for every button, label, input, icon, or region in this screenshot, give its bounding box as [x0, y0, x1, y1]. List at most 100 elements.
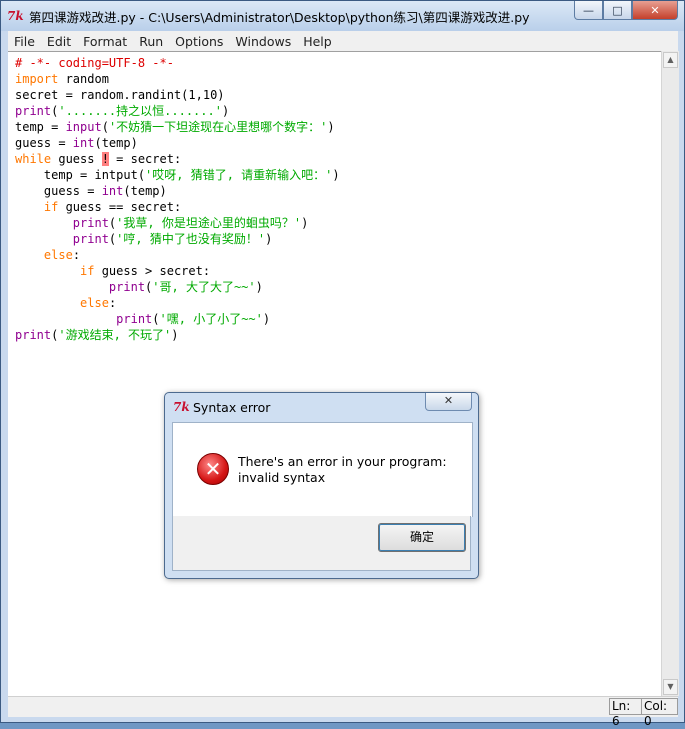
code-token: ) — [265, 232, 273, 246]
code-token: print — [15, 104, 52, 118]
code-line[interactable]: if guess > secret: — [15, 263, 340, 279]
ok-button[interactable]: 确定 — [378, 523, 466, 552]
menu-file[interactable]: File — [8, 34, 41, 49]
title-bar[interactable]: 7k 第四课游戏改进.py - C:\Users\Administrator\D… — [1, 1, 684, 31]
code-token: print — [72, 232, 109, 246]
code-token: guess > secret: — [94, 264, 211, 278]
dialog-title: Syntax error — [193, 400, 271, 415]
code-line[interactable]: print('.......持之以恒.......') — [15, 103, 340, 119]
menu-edit[interactable]: Edit — [41, 34, 77, 49]
code-token: ) — [301, 216, 309, 230]
close-button[interactable]: ✕ — [632, 1, 678, 20]
code-token: (temp) — [123, 184, 167, 198]
code-token: '不妨猜一下坦途现在心里想哪个数字：' — [108, 120, 328, 134]
code-editor[interactable]: # -*- coding=UTF-8 -*- import random secre… — [8, 51, 661, 697]
code-token: random — [58, 72, 109, 86]
message-line-1: There's an error in your program: — [238, 454, 447, 469]
code-token: ( — [152, 312, 160, 326]
code-token: guess = — [15, 136, 73, 150]
code-line[interactable]: secret = random.randint(1,10) — [15, 87, 340, 103]
code-token: ) — [171, 328, 179, 342]
code-line[interactable]: while guess ! = secret: — [15, 151, 340, 167]
menu-bar: File Edit Format Run Options Windows Hel… — [8, 31, 678, 51]
code-line[interactable]: temp = intput('哎呀, 猜错了, 请重新输入吧：') — [15, 167, 340, 183]
code-token: '我草, 你是坦途心里的蛔虫吗？' — [116, 216, 302, 230]
code-token: int — [101, 184, 124, 198]
code-line[interactable]: else: — [15, 295, 340, 311]
vertical-scrollbar[interactable]: ▲ ▼ — [661, 51, 679, 696]
code-line[interactable]: import random — [15, 71, 340, 87]
menu-run[interactable]: Run — [133, 34, 169, 49]
code-line[interactable]: guess = int(temp) — [15, 183, 340, 199]
message-line-2: invalid syntax — [238, 470, 326, 485]
code-token: print — [15, 328, 52, 342]
code-token: while — [15, 152, 52, 166]
window-title: 第四课游戏改进.py - C:\Users\Administrator\Desk… — [29, 10, 530, 25]
code-token: '哥, 大了大了~~' — [152, 280, 256, 294]
code-token: '哼, 猜中了也没有奖励！' — [116, 232, 266, 246]
code-line[interactable]: print('我草, 你是坦途心里的蛔虫吗？') — [15, 215, 340, 231]
code-token: int — [72, 136, 95, 150]
code-line[interactable]: guess = int(temp) — [15, 135, 340, 151]
code-line[interactable]: else: — [15, 247, 340, 263]
code-token: ) — [255, 280, 263, 294]
scroll-up-icon[interactable]: ▲ — [663, 52, 678, 68]
code-line[interactable]: print('哥, 大了大了~~') — [15, 279, 340, 295]
code-token: if — [80, 264, 95, 278]
code-token: print — [116, 312, 153, 326]
code-token: ) — [262, 312, 271, 326]
dialog-footer: 确定 — [172, 516, 471, 571]
code-token: : — [72, 248, 81, 262]
code-token: secret = random.randint(1,10) — [15, 88, 225, 102]
code-token: else — [80, 296, 109, 310]
code-token: ( — [101, 120, 109, 134]
minimize-button[interactable]: — — [574, 1, 603, 20]
code-line[interactable]: print('哼, 猜中了也没有奖励！') — [15, 231, 340, 247]
code-token: if — [43, 200, 59, 214]
dialog-message: There's an error in your program: invali… — [238, 454, 447, 486]
dialog-body: ✕ There's an error in your program: inva… — [172, 422, 473, 517]
code-token: input — [65, 120, 102, 134]
code-line[interactable]: # -*- coding=UTF-8 -*- — [15, 55, 340, 71]
code-text[interactable]: # -*- coding=UTF-8 -*- import random secre… — [15, 55, 340, 343]
code-token: temp = — [15, 120, 66, 134]
code-token: temp = intput( — [15, 168, 146, 182]
maximize-button[interactable]: □ — [603, 1, 632, 20]
tk-feather-icon: 7k — [173, 400, 190, 414]
menu-format[interactable]: Format — [77, 34, 133, 49]
menu-windows[interactable]: Windows — [229, 34, 297, 49]
menu-options[interactable]: Options — [169, 34, 229, 49]
status-col: Col: 0 — [641, 698, 678, 728]
syntax-error-dialog: 7k Syntax error ✕ ✕ There's an error in … — [164, 392, 479, 579]
code-token: '哎呀, 猜错了, 请重新输入吧：' — [145, 168, 333, 182]
code-token: (temp) — [94, 136, 138, 150]
code-token: guess == secret: — [58, 200, 182, 214]
code-line[interactable]: print('游戏结束, 不玩了') — [15, 327, 340, 343]
menu-help[interactable]: Help — [297, 34, 338, 49]
code-token: : — [108, 296, 117, 310]
scroll-down-icon[interactable]: ▼ — [663, 679, 678, 695]
code-token: ) — [327, 120, 335, 134]
code-token: guess = — [15, 184, 102, 198]
code-token: = secret: — [108, 152, 182, 166]
code-line[interactable]: temp = input('不妨猜一下坦途现在心里想哪个数字：') — [15, 119, 340, 135]
syntax-error-marker: ! — [101, 152, 109, 166]
code-line[interactable]: print('嘿, 小了小了~~') — [15, 311, 340, 327]
code-token: '嘿, 小了小了~~' — [159, 312, 263, 326]
error-icon: ✕ — [197, 453, 229, 485]
code-token: print — [108, 280, 146, 294]
dialog-close-button[interactable]: ✕ — [425, 393, 472, 411]
code-line[interactable]: if guess == secret: — [15, 199, 340, 215]
code-token: print — [72, 216, 109, 230]
idle-editor-window: 7k 第四课游戏改进.py - C:\Users\Administrator\D… — [0, 0, 685, 728]
status-bar: Ln: 6 Col: 0 — [8, 696, 678, 728]
code-token: # -*- coding=UTF-8 -*- — [15, 56, 174, 70]
